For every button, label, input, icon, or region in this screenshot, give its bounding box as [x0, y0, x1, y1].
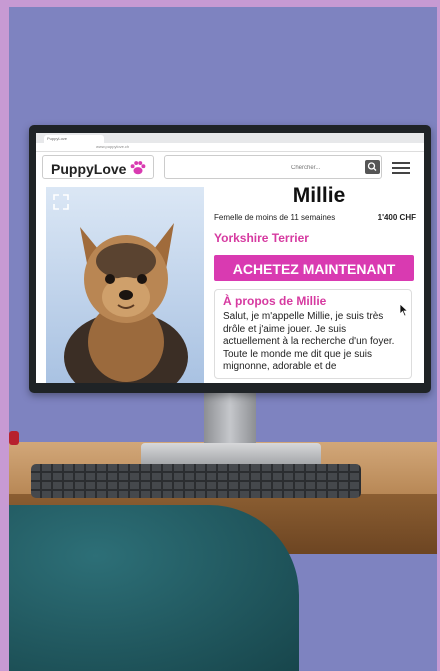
puppy-info: Millie Femelle de moins de 11 semaines 1…: [214, 183, 424, 379]
scene: PuppyLove www.puppylove.ch PuppyLove Che…: [9, 7, 437, 671]
puppy-meta: Femelle de moins de 11 semaines 1'400 CH…: [214, 213, 424, 229]
site-header: PuppyLove: [42, 155, 420, 181]
paw-icon: [130, 161, 146, 175]
puppy-price: 1'400 CHF: [377, 213, 416, 222]
hamburger-menu-icon[interactable]: [392, 159, 410, 175]
buy-now-button[interactable]: ACHETEZ MAINTENANT: [214, 255, 414, 281]
url-text: www.puppylove.ch: [96, 144, 130, 149]
logo-text: PuppyLove: [51, 161, 127, 177]
logo[interactable]: PuppyLove: [42, 155, 154, 179]
search-button[interactable]: [365, 160, 380, 174]
search-icon: [367, 162, 377, 171]
puppy-photo: [46, 187, 204, 383]
monitor-stand: [204, 390, 256, 448]
address-bar[interactable]: www.puppylove.ch: [36, 143, 424, 152]
search-input[interactable]: [289, 159, 353, 177]
browser-window: PuppyLove www.puppylove.ch PuppyLove Che…: [36, 133, 424, 383]
keyboard: [31, 464, 361, 498]
flower: [9, 431, 19, 445]
search-bar: [164, 155, 382, 179]
monitor: PuppyLove www.puppylove.ch PuppyLove Che…: [29, 125, 431, 393]
puppy-name: Millie: [292, 184, 346, 207]
browser-tab[interactable]: PuppyLove: [44, 135, 104, 143]
cursor-icon: [399, 303, 409, 317]
about-section: À propos de Millie Salut, je m'appelle M…: [214, 289, 412, 379]
chair: [9, 505, 299, 671]
browser-tab-bar: PuppyLove: [36, 133, 424, 143]
yorkshire-puppy-image: [64, 223, 188, 383]
about-text: Salut, je m'appelle Millie, je suis très…: [223, 311, 395, 372]
frame-border: [0, 0, 440, 7]
about-title: À propos de Millie: [223, 294, 327, 308]
puppy-breed: Yorkshire Terrier: [214, 231, 309, 245]
puppy-description: Femelle de moins de 11 semaines: [214, 213, 336, 222]
